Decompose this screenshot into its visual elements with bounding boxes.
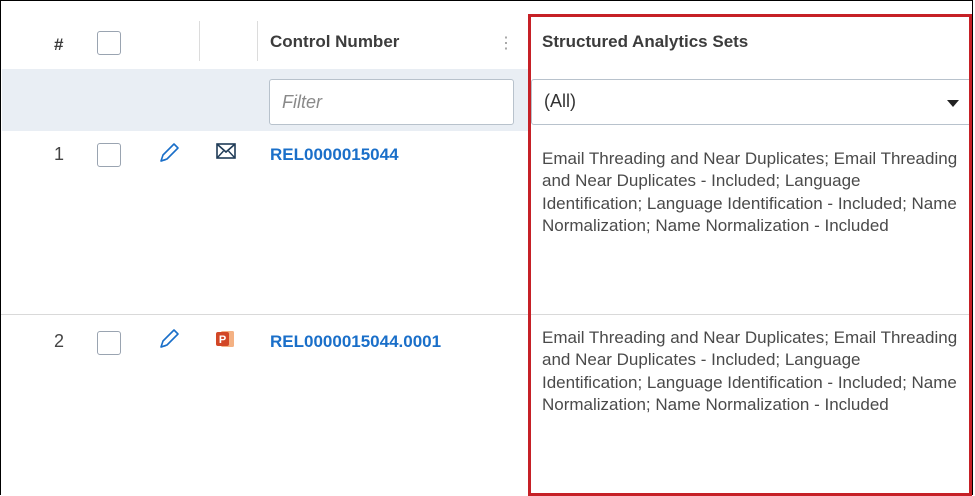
row-number: 2	[54, 331, 65, 351]
powerpoint-icon[interactable]: P	[215, 329, 235, 349]
row-number: 1	[54, 144, 65, 164]
row-number-header: #	[54, 35, 64, 54]
column-divider	[257, 21, 258, 61]
document-list-grid: # Control Number ⋮ Structured Analytics …	[0, 0, 973, 495]
analytics-filter-value: (All)	[544, 91, 576, 111]
select-all-checkbox[interactable]	[97, 31, 121, 55]
column-divider	[199, 21, 200, 61]
row-select-checkbox[interactable]	[97, 331, 121, 355]
edit-pencil-icon[interactable]	[157, 141, 181, 165]
control-number-link[interactable]: REL0000015044.0001	[270, 332, 441, 352]
analytics-cell: Email Threading and Near Duplicates; Ema…	[542, 328, 958, 414]
control-number-filter-input[interactable]	[269, 79, 514, 125]
column-menu-icon[interactable]: ⋮	[498, 33, 514, 53]
chevron-down-icon	[947, 100, 959, 107]
row-divider	[1, 314, 972, 315]
svg-text:P: P	[219, 334, 226, 346]
control-number-link[interactable]: REL0000015044	[270, 145, 399, 165]
analytics-cell: Email Threading and Near Duplicates; Ema…	[542, 149, 958, 235]
edit-pencil-icon[interactable]	[157, 327, 181, 351]
structured-analytics-header[interactable]: Structured Analytics Sets	[542, 32, 748, 52]
email-icon[interactable]	[216, 143, 236, 159]
analytics-filter-select[interactable]: (All)	[531, 79, 972, 125]
control-number-header[interactable]: Control Number	[270, 32, 399, 52]
row-select-checkbox[interactable]	[97, 143, 121, 167]
